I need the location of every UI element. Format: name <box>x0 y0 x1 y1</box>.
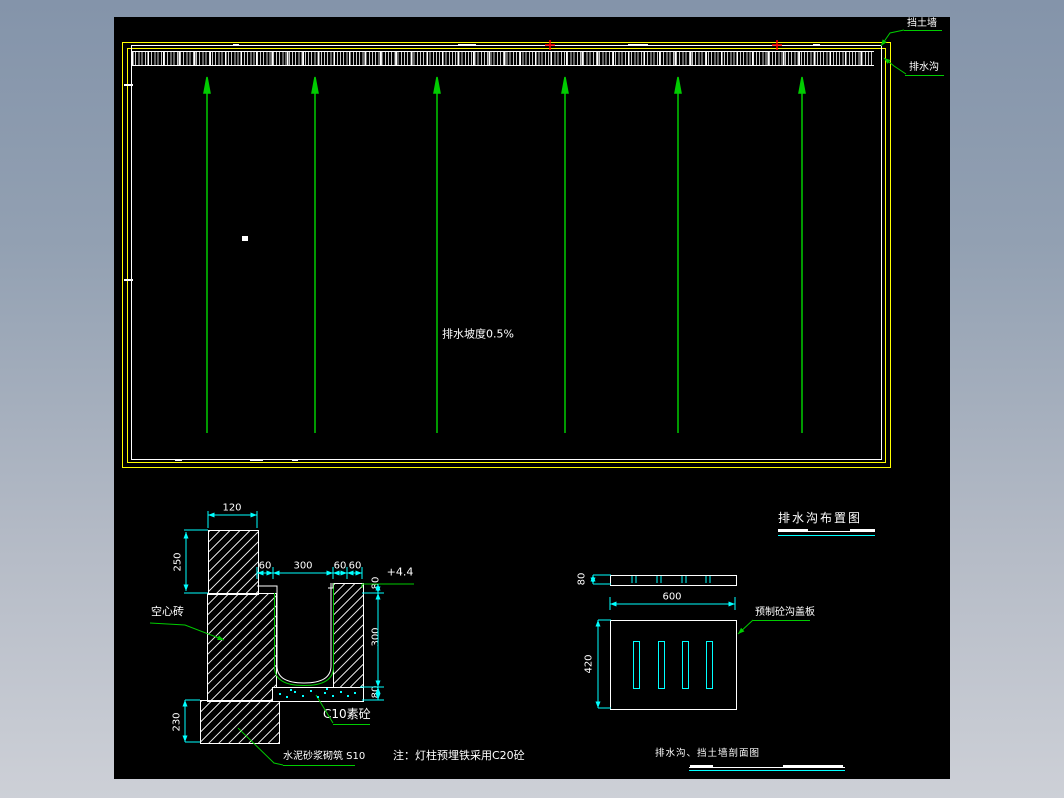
mortar-label-underline <box>283 765 355 766</box>
ditch-hatch-strip <box>132 51 874 66</box>
retaining-wall-label-underline <box>904 30 942 31</box>
dim-text-60-right-a: 60 <box>334 561 347 572</box>
border-dash <box>628 44 648 46</box>
layout-title-underline-seg <box>778 529 808 532</box>
dim-text-300-width: 300 <box>293 561 312 572</box>
dim-text-80-plate: 80 <box>577 573 588 586</box>
dim-text-250: 250 <box>173 552 184 571</box>
dim-text-230: 230 <box>172 712 183 731</box>
retaining-wall-label: 挡土墙 <box>907 18 937 30</box>
foundation-hatch <box>200 700 280 744</box>
cad-viewer-background: 排水坡度0.5% 挡土墙 排水沟 120 250 60 300 60 60 +4… <box>0 0 1064 798</box>
border-dash <box>175 459 182 461</box>
section-title: 排水沟、挡土墙剖面图 <box>655 748 760 760</box>
slope-label: 排水坡度0.5% <box>442 329 514 340</box>
dim-text-80-bottom: 80 <box>371 686 382 699</box>
dim-text-60-right-b: 60 <box>349 561 362 572</box>
elevation-label: +4.4 <box>387 567 414 578</box>
left-ledge <box>257 586 277 593</box>
dim-text-300-depth: 300 <box>371 627 382 646</box>
ditch-label-underline <box>905 75 944 76</box>
border-dash <box>233 44 239 46</box>
border-dash <box>292 459 298 461</box>
channel-green-lining <box>275 583 334 686</box>
border-dash <box>813 44 820 46</box>
cover-plate-label: 预制砼沟盖板 <box>755 607 815 619</box>
layout-title-underline-seg <box>850 529 875 532</box>
cover-plate-slot <box>658 641 665 689</box>
cover-plate-slot <box>682 641 689 689</box>
border-tick <box>124 279 133 281</box>
cover-plate-plan-view <box>610 620 737 710</box>
cover-plate-leader <box>738 620 753 634</box>
note-text: 注：灯柱预埋铁采用C20砼 <box>393 750 525 762</box>
wall-lower-hatch <box>207 593 277 702</box>
mortar-label: 水泥砂浆砌筑 S10 <box>283 751 365 763</box>
channel-white-outline <box>277 583 331 683</box>
border-dash <box>250 459 263 461</box>
wall-upper-hatch <box>208 530 259 595</box>
cover-plate-slot <box>706 641 713 689</box>
cover-plate-slot <box>633 641 640 689</box>
layout-title: 排水沟布置图 <box>778 512 862 524</box>
dim-text-600: 600 <box>662 592 681 603</box>
section-title-underline-seg <box>783 765 843 768</box>
cover-plate-label-underline <box>753 620 810 621</box>
dim-text-60-left: 60 <box>259 561 272 572</box>
section-title-underline-seg <box>690 765 713 768</box>
point-marker <box>242 236 248 241</box>
dim-text-120: 120 <box>222 503 241 514</box>
border-dash <box>458 44 476 46</box>
border-tick <box>124 84 133 86</box>
cover-plate-side-view <box>610 575 737 586</box>
drawing-canvas[interactable]: 排水坡度0.5% 挡土墙 排水沟 120 250 60 300 60 60 +4… <box>114 17 950 779</box>
wall-centerline-outline <box>131 45 882 460</box>
concrete-bed <box>272 687 364 702</box>
concrete-bed-label-underline <box>333 724 370 725</box>
hollow-brick-label: 空心砖 <box>151 606 184 618</box>
section-title-underline-cyan <box>689 770 845 771</box>
concrete-bed-label: C10素砼 <box>323 708 371 720</box>
dim-text-80-top: 80 <box>371 577 382 590</box>
dim-text-420: 420 <box>584 654 595 673</box>
ditch-label: 排水沟 <box>909 62 939 74</box>
layout-title-underline-cyan <box>778 535 875 536</box>
channel-right-wall-hatch <box>333 583 364 689</box>
